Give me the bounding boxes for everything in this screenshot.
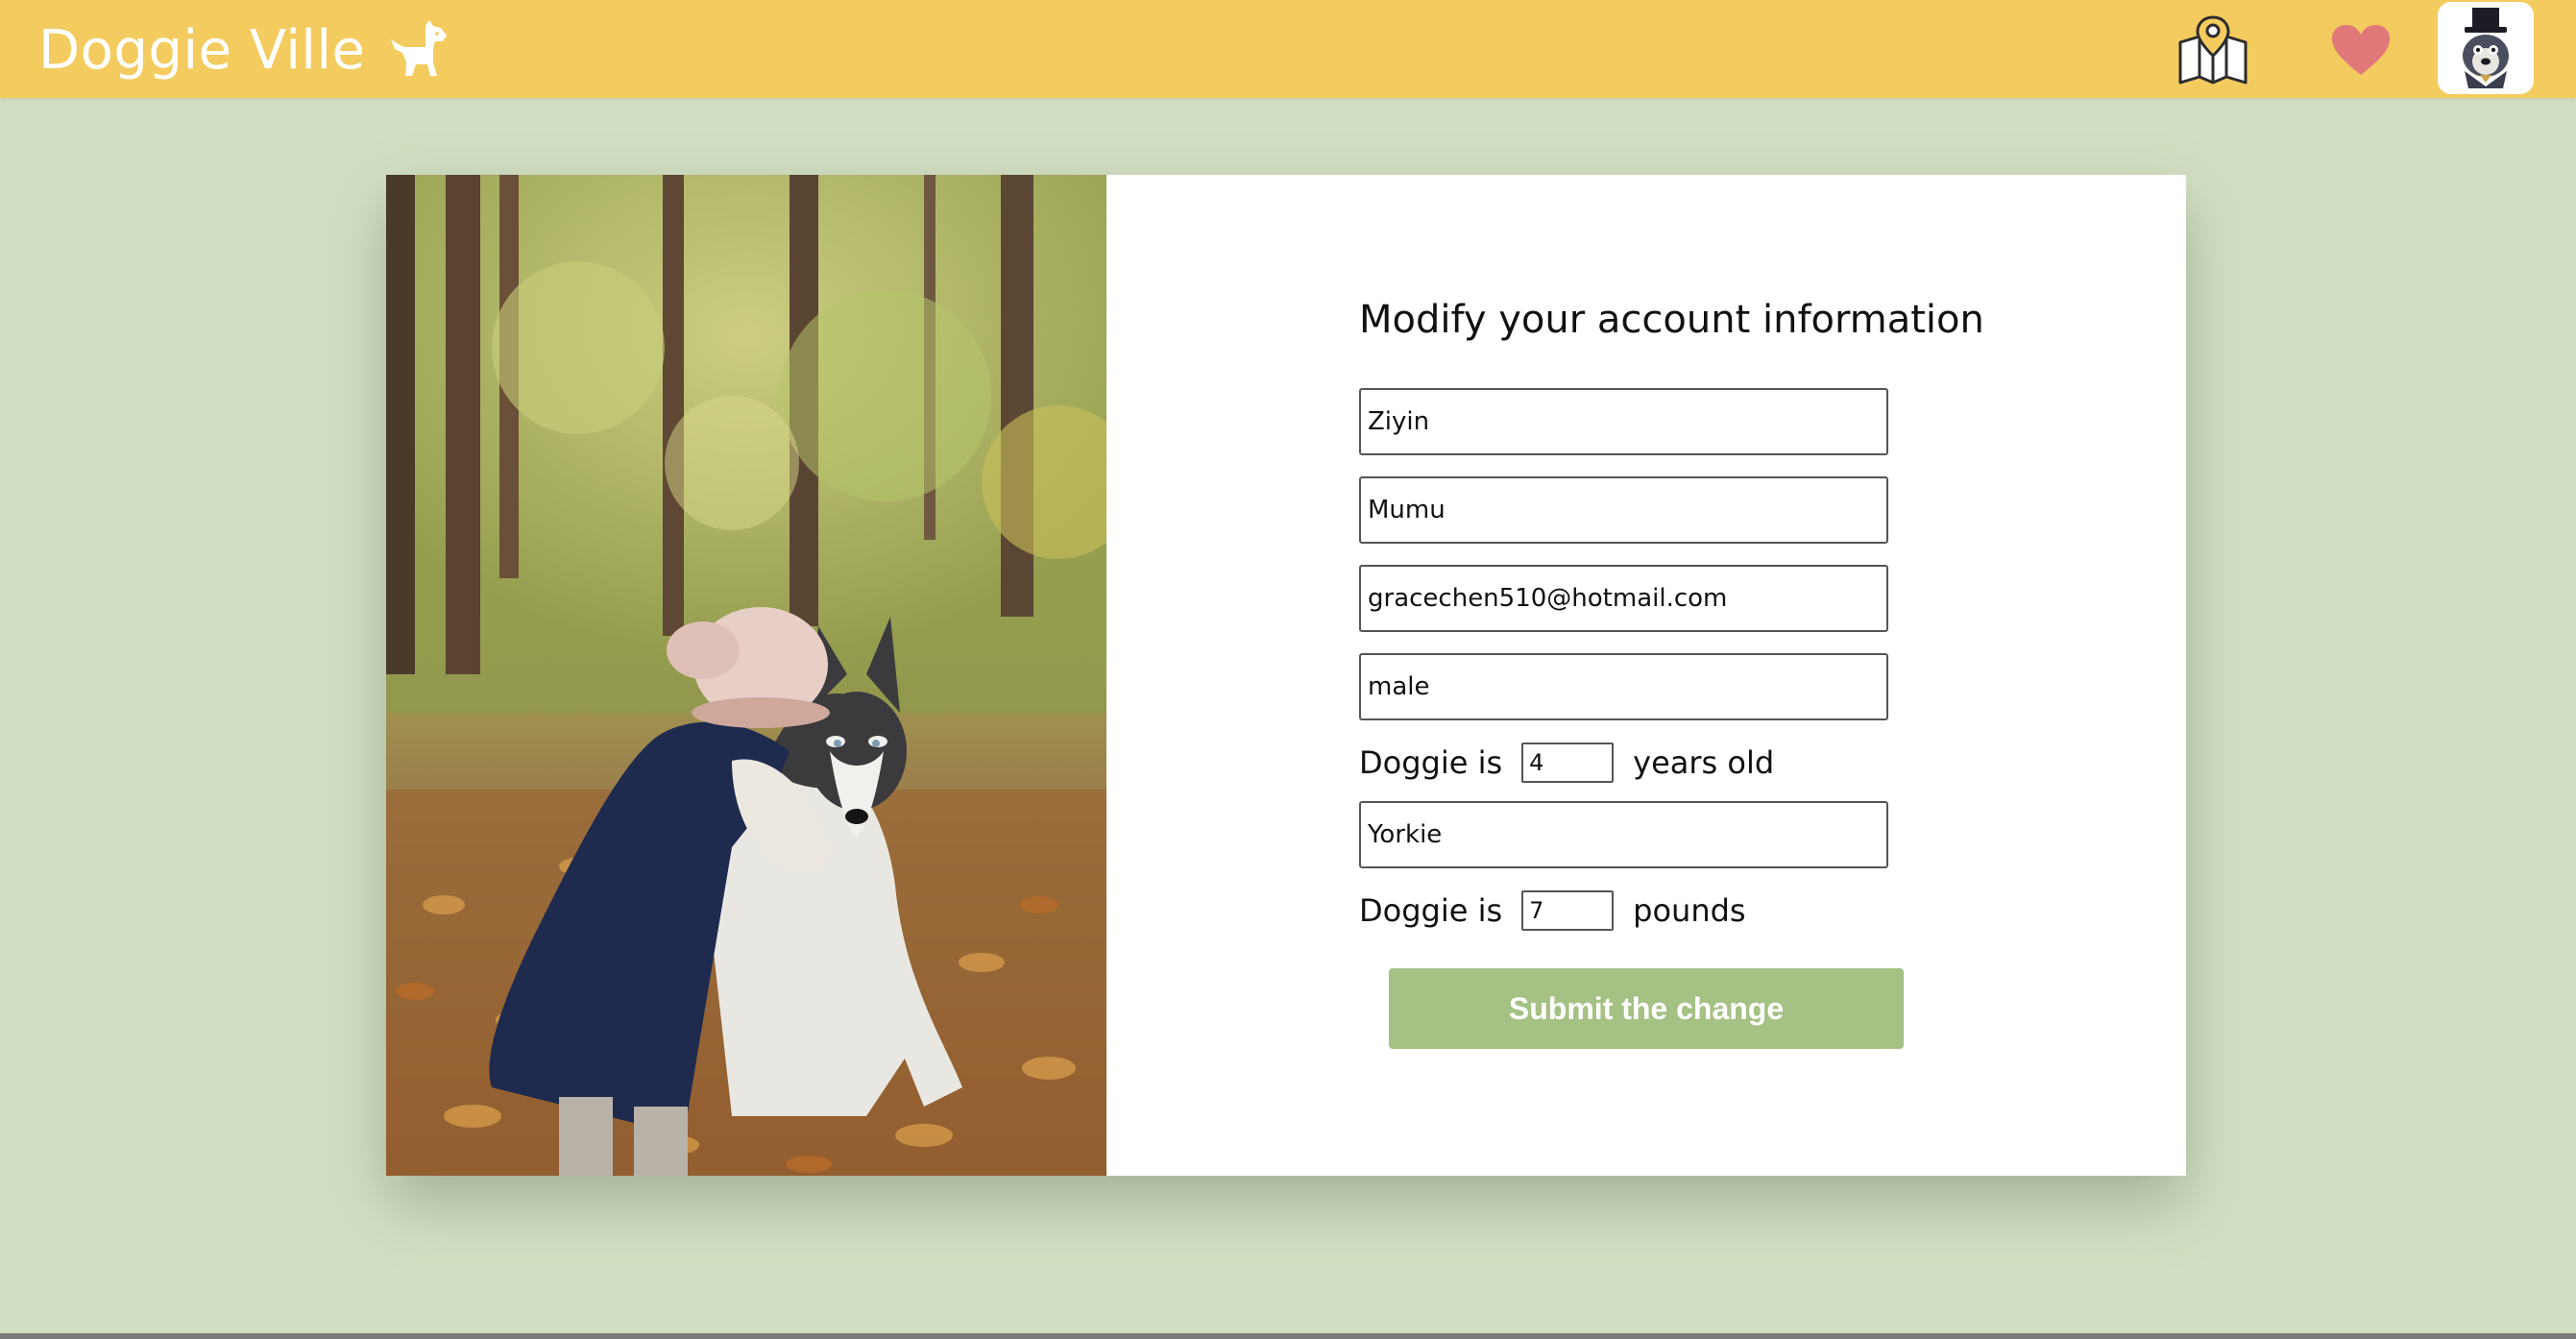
favorites-button[interactable] bbox=[2330, 23, 2392, 77]
submit-change-button[interactable]: Submit the change bbox=[1389, 968, 1904, 1049]
age-row: Doggie is years old bbox=[1359, 742, 1774, 784]
account-card: Modify your account information Doggie i… bbox=[386, 175, 2186, 1176]
age-prefix-label: Doggie is bbox=[1359, 744, 1503, 781]
child-hugging-husky-photo bbox=[386, 175, 1106, 1176]
gender-field[interactable] bbox=[1359, 653, 1888, 720]
dog-name-field[interactable] bbox=[1359, 476, 1888, 544]
form-title: Modify your account information bbox=[1359, 298, 1984, 342]
email-field[interactable] bbox=[1359, 565, 1888, 632]
window-bottom-edge bbox=[0, 1333, 2576, 1339]
age-suffix-label: years old bbox=[1633, 744, 1775, 781]
brand[interactable]: Doggie Ville bbox=[38, 13, 450, 86]
avatar-icon bbox=[2463, 8, 2509, 88]
heart-icon bbox=[2332, 25, 2390, 75]
profile-avatar-button[interactable] bbox=[2438, 2, 2534, 94]
forest-photo-illustration bbox=[386, 175, 1106, 1176]
top-nav-bar: Doggie Ville bbox=[0, 0, 2576, 98]
weight-row: Doggie is pounds bbox=[1359, 889, 1746, 932]
weight-input[interactable] bbox=[1521, 890, 1615, 931]
dog-icon bbox=[390, 20, 447, 76]
age-input[interactable] bbox=[1521, 743, 1615, 783]
app-title[interactable]: Doggie Ville bbox=[38, 19, 366, 82]
account-form: Modify your account information Doggie i… bbox=[1106, 175, 2186, 1176]
weight-prefix-label: Doggie is bbox=[1359, 892, 1503, 929]
weight-suffix-label: pounds bbox=[1633, 892, 1746, 929]
map-pin-icon bbox=[2178, 15, 2248, 85]
breed-field[interactable] bbox=[1359, 801, 1888, 868]
first-name-field[interactable] bbox=[1359, 388, 1888, 455]
map-button[interactable] bbox=[2176, 13, 2249, 86]
